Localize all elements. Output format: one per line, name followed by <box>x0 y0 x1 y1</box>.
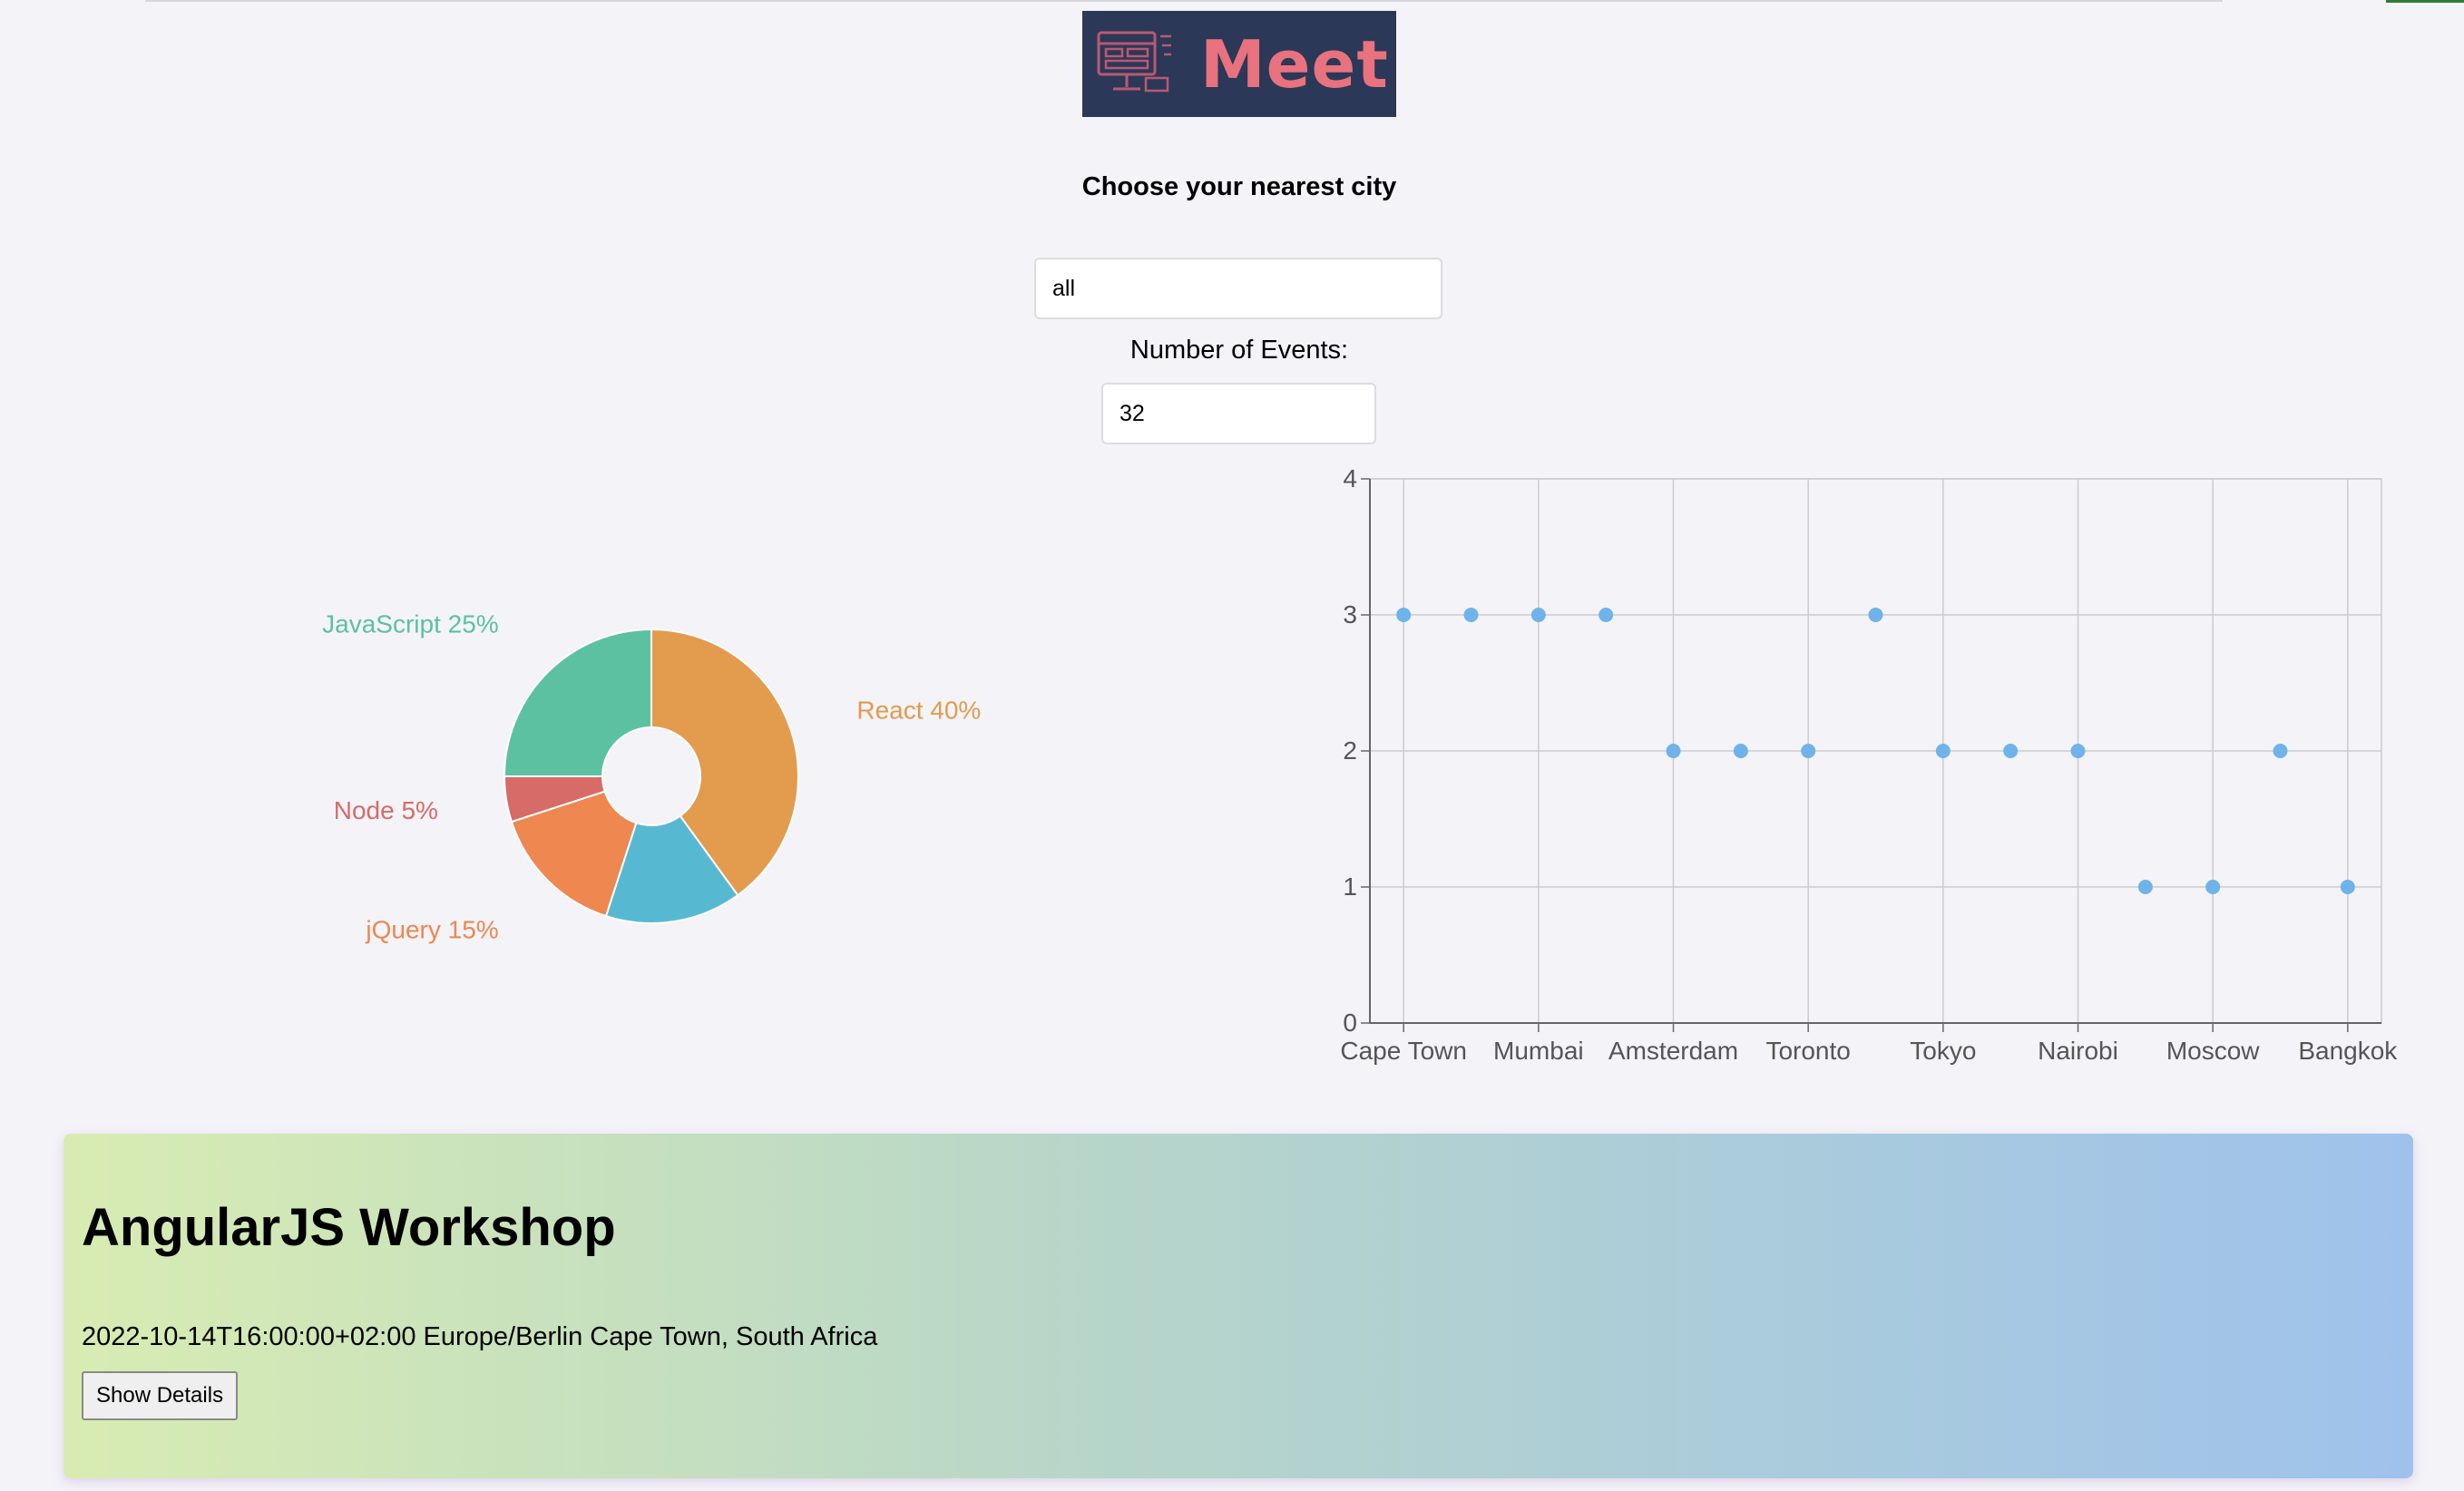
top-accent <box>2386 0 2464 3</box>
scatter-point <box>1530 608 1546 622</box>
top-divider <box>145 0 2223 2</box>
app-logo: Meet <box>1082 11 1396 117</box>
event-card: AngularJS Workshop 2022-10-14T16:00:00+0… <box>64 1134 2413 1478</box>
events-scatter-chart: 0 1 2 3 4 Cape Town Mumbai Amsterdam Toronto Toky… <box>1340 468 2398 1065</box>
genre-pie-chart: React 40% AngularJS 15% jQuery 15% Node 5% J… <box>322 610 981 979</box>
event-title: AngularJS Workshop <box>82 1198 616 1257</box>
number-of-events-label: Number of Events: <box>1129 336 1349 365</box>
browser-top-edge <box>0 0 2464 9</box>
scatter-point <box>1868 608 1883 622</box>
pie-label-angularjs: AngularJS 15% <box>685 976 860 979</box>
scatter-point <box>2137 880 2153 894</box>
x-tick-label: Tokyo <box>1910 1037 1976 1065</box>
y-tick-label: 0 <box>1343 1009 1357 1037</box>
event-timezone: Europe/Berlin <box>423 1322 583 1351</box>
scatter-point <box>1396 608 1412 622</box>
event-meta: 2022-10-14T16:00:00+02:00 Europe/Berlin … <box>82 1322 877 1352</box>
scatter-point <box>1801 744 1816 758</box>
city-search-label: Choose your nearest city <box>1081 172 1397 201</box>
y-tick-label: 4 <box>1343 468 1357 492</box>
scatter-point <box>2070 744 2086 758</box>
x-tick-label: Nairobi <box>2038 1037 2118 1065</box>
x-tick-label: Toronto <box>1765 1037 1850 1065</box>
pie-label-javascript: JavaScript 25% <box>322 610 499 638</box>
x-tick-label: Amsterdam <box>1608 1037 1738 1065</box>
number-of-events-input[interactable] <box>1101 383 1376 444</box>
show-details-button[interactable]: Show Details <box>82 1371 239 1420</box>
monitor-icon <box>1097 31 1171 93</box>
scatter-point <box>2205 880 2221 894</box>
scatter-point <box>2003 744 2019 758</box>
y-tick-label: 1 <box>1343 872 1357 901</box>
x-tick-label: Mumbai <box>1493 1037 1584 1065</box>
x-tick-label: Cape Town <box>1340 1037 1467 1065</box>
pie-label-jquery: jQuery 15% <box>365 915 498 943</box>
pie-slice-javascript <box>503 628 652 777</box>
scatter-point <box>1599 608 1614 622</box>
scatter-point <box>1463 608 1479 622</box>
pie-label-node: Node 5% <box>334 796 438 824</box>
scatter-point <box>1666 744 1681 758</box>
event-start: 2022-10-14T16:00:00+02:00 <box>82 1322 416 1351</box>
logo-text: Meet <box>1200 26 1389 102</box>
y-tick-label: 2 <box>1343 736 1357 765</box>
x-tick-label: Moscow <box>2166 1037 2260 1065</box>
scatter-point <box>1733 744 1748 758</box>
pie-label-react: React 40% <box>856 696 981 724</box>
scatter-point <box>2273 744 2288 758</box>
scatter-point <box>2340 880 2355 894</box>
event-location: Cape Town, South Africa <box>590 1322 878 1351</box>
y-tick-label: 3 <box>1343 600 1357 629</box>
scatter-point <box>1935 744 1951 758</box>
x-tick-label: Bangkok <box>2298 1037 2398 1065</box>
city-search-input[interactable] <box>1034 258 1442 319</box>
